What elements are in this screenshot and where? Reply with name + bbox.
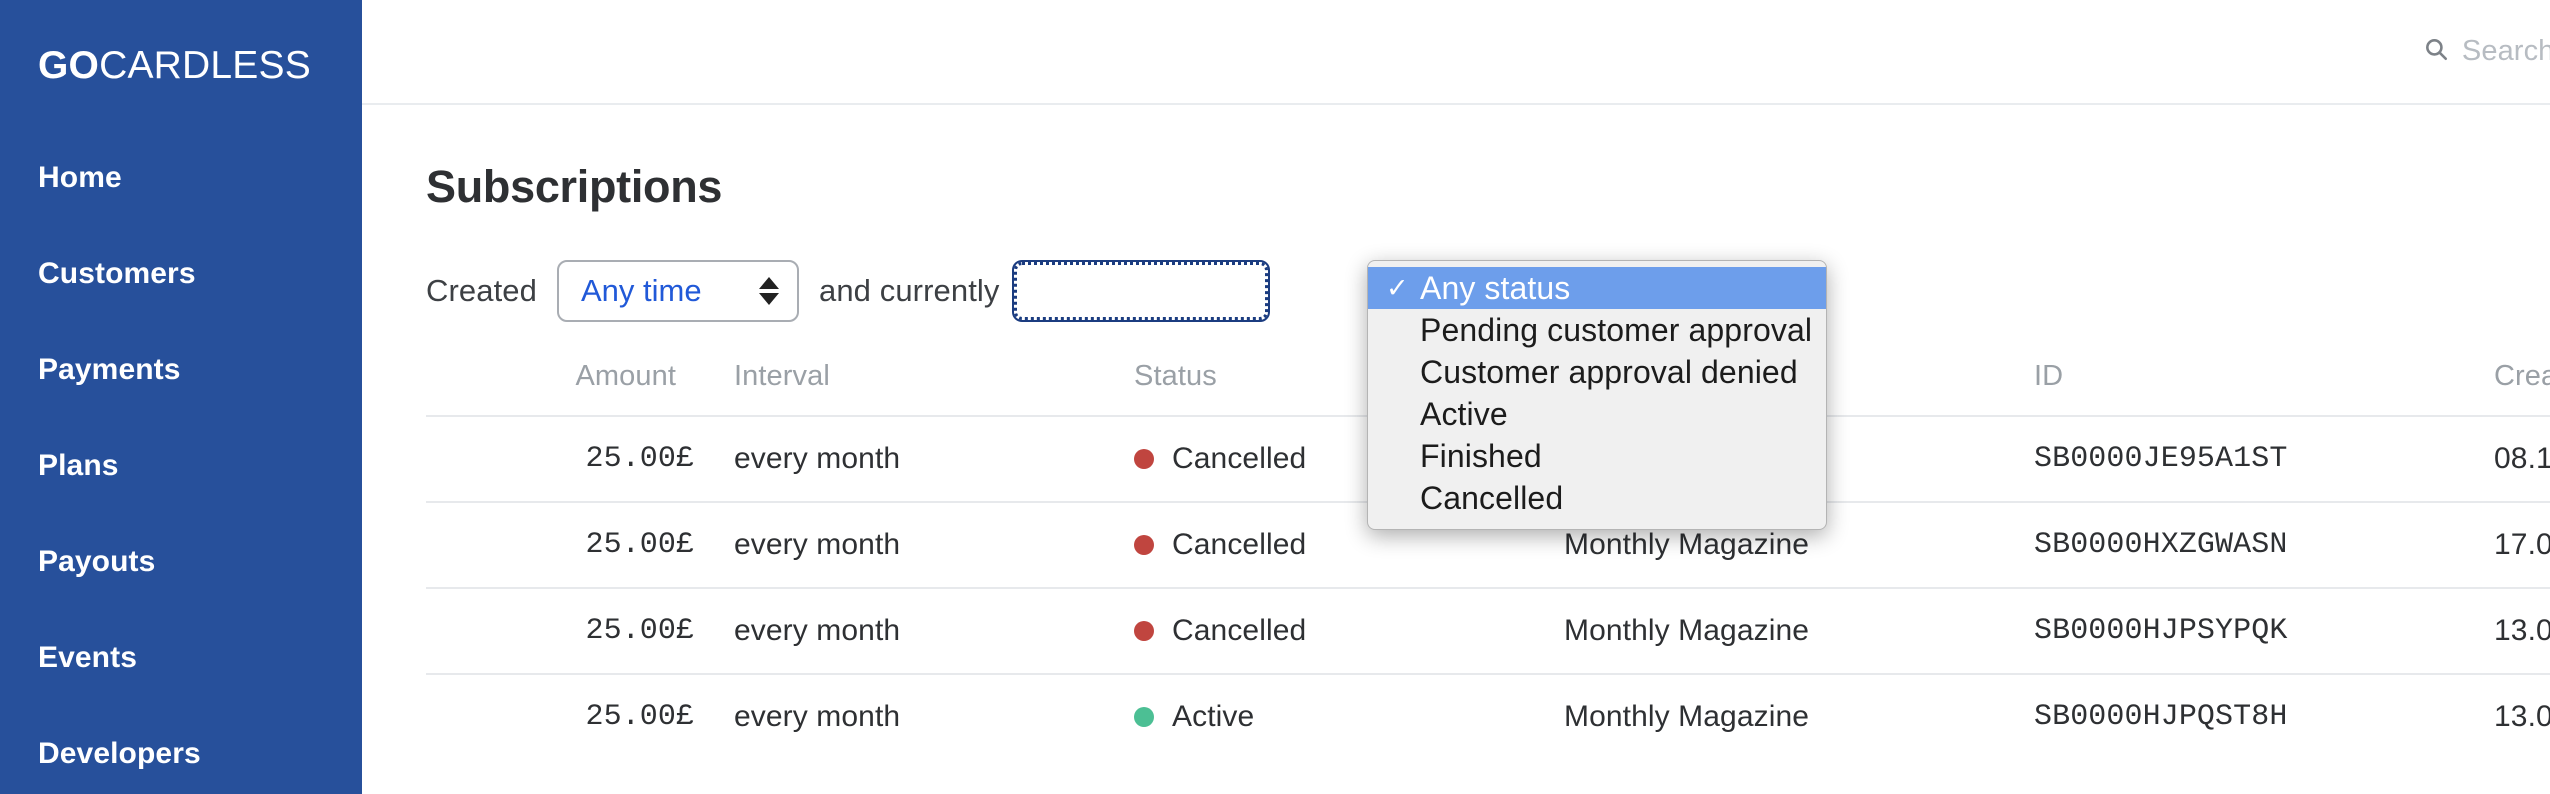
sidebar-item-payments[interactable]: Payments [0, 322, 362, 418]
created-time-select-value: Any time [581, 273, 702, 308]
sidebar: GOCARDLESS Home Customers Payments Plans… [0, 0, 362, 794]
stepper-arrows-icon [759, 277, 779, 305]
cell-id: SB0000HXZGWASN [2034, 501, 2494, 588]
cell-amount: 25.00 [426, 415, 676, 502]
cell-id: SB0000JE95A1ST [2034, 415, 2494, 502]
cell-name: Monthly Magazine [1564, 673, 2034, 759]
brand-go: GO [38, 43, 100, 87]
cell-created: 17.09.18 [2494, 501, 2550, 588]
status-label: Cancelled [1172, 442, 1307, 475]
cell-interval: every month [734, 587, 1134, 674]
status-dot-icon [1134, 535, 1154, 555]
column-header-id[interactable]: ID [2034, 360, 2494, 416]
status-option-label: Active [1420, 395, 1508, 432]
status-label: Cancelled [1172, 528, 1307, 561]
brand-text: GOCARDLESS [38, 44, 311, 88]
created-time-select[interactable]: Any time [557, 260, 799, 322]
cell-interval: every month [734, 415, 1134, 502]
status-label: Cancelled [1172, 614, 1307, 647]
app-root: GOCARDLESS Home Customers Payments Plans… [0, 0, 2550, 794]
cell-created: 13.09.18 [2494, 673, 2550, 759]
status-select[interactable] [1011, 260, 1270, 322]
status-option-label: Customer approval denied [1420, 353, 1798, 390]
cell-currency: £ [676, 501, 734, 588]
page-header: Subscriptions Export [426, 105, 2550, 220]
currently-label: and currently [819, 273, 1000, 308]
status-dot-icon [1134, 621, 1154, 641]
status-dot-icon [1134, 707, 1154, 727]
status-option[interactable]: Finished [1368, 435, 1826, 477]
table-row[interactable]: 25.00 £ every month Active Monthly Magazine S… [426, 673, 2550, 759]
status-select-wrapper [1011, 260, 1270, 322]
status-badge: Active [1134, 700, 1564, 734]
cell-status: Active [1134, 673, 1564, 759]
created-filter-label: Created [426, 273, 537, 308]
top-bar: Search Settings [362, 0, 2550, 105]
status-dot-icon [1134, 449, 1154, 469]
status-badge: Cancelled [1134, 528, 1564, 562]
created-select-wrapper: Any time [557, 260, 799, 322]
search-label: Search [2461, 35, 2550, 67]
search-button[interactable]: Search [2423, 35, 2550, 68]
top-bar-actions: Search Settings [2423, 34, 2550, 69]
status-option-label: Cancelled [1420, 479, 1564, 516]
status-option-label: Pending customer approval [1420, 311, 1813, 348]
sidebar-item-payouts[interactable]: Payouts [0, 514, 362, 610]
cell-currency: £ [676, 415, 734, 502]
status-option[interactable]: Cancelled [1368, 477, 1826, 519]
search-icon [2423, 36, 2449, 67]
sidebar-item-developers[interactable]: Developers [0, 706, 362, 794]
table-row[interactable]: 25.00£every month Cancelled Monthly Magazi… [426, 587, 2550, 674]
cell-name: Monthly Magazine [1564, 587, 2034, 674]
status-option[interactable]: ✓ Any status [1368, 267, 1826, 309]
cell-interval: every month [734, 673, 1134, 759]
status-option-label: Any status [1420, 269, 1571, 306]
status-option[interactable]: Active [1368, 393, 1826, 435]
main-area: Search Settings Subscriptions [362, 0, 2550, 794]
cell-status: Cancelled [1134, 587, 1564, 674]
status-badge: Cancelled [1134, 614, 1564, 648]
status-dropdown-menu[interactable]: ✓ Any status Pending customer approval Cust… [1367, 260, 1827, 530]
cell-currency: £ [676, 673, 734, 759]
sidebar-item-customers[interactable]: Customers [0, 226, 362, 322]
cell-amount: 25.00 [426, 673, 676, 759]
page-title: Subscriptions [426, 160, 723, 212]
sidebar-item-home[interactable]: Home [0, 130, 362, 226]
sidebar-nav: Home Customers Payments Plans Payouts Ev… [0, 130, 362, 794]
cell-created: 08.10.18 [2494, 415, 2550, 502]
brand-cardless: CARDLESS [99, 43, 311, 87]
cell-amount: 25.00 [426, 587, 676, 674]
cell-currency: £ [676, 587, 734, 674]
cell-created: 13.09.18 [2494, 587, 2550, 674]
sidebar-item-plans[interactable]: Plans [0, 418, 362, 514]
cell-id: SB0000HJPQST8H [2034, 673, 2494, 759]
check-icon: ✓ [1386, 272, 1409, 303]
column-header-created[interactable]: Created [2494, 360, 2550, 416]
column-header-interval[interactable]: Interval [734, 360, 1134, 416]
status-label: Active [1172, 700, 1255, 733]
brand-logo[interactable]: GOCARDLESS [0, 0, 362, 105]
cell-id: SB0000HJPSYPQK [2034, 587, 2494, 674]
status-option[interactable]: Customer approval denied [1368, 351, 1826, 393]
cell-amount: 25.00 [426, 501, 676, 588]
sidebar-item-events[interactable]: Events [0, 610, 362, 706]
cell-interval: every month [734, 501, 1134, 588]
column-header-currency [676, 360, 734, 416]
status-option[interactable]: Pending customer approval [1368, 309, 1826, 351]
column-header-amount[interactable]: Amount [426, 360, 676, 416]
status-option-label: Finished [1420, 437, 1542, 474]
